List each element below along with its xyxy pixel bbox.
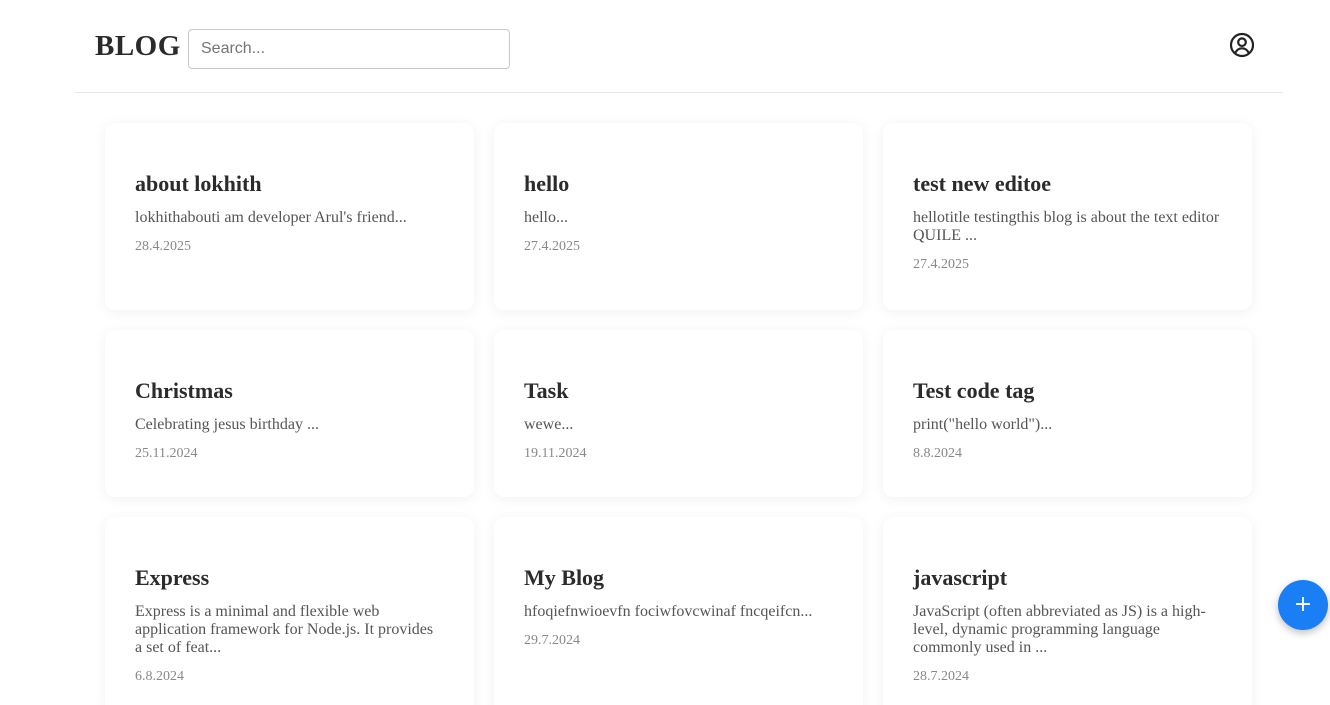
post-card[interactable]: Express Express is a minimal and flexibl… bbox=[105, 517, 474, 705]
post-grid: about lokhith lokhithabouti am developer… bbox=[105, 123, 1253, 705]
post-date: 27.4.2025 bbox=[524, 239, 580, 254]
post-excerpt: Celebrating jesus birthday ... bbox=[135, 416, 319, 433]
post-date: 27.4.2025 bbox=[913, 257, 969, 272]
post-card[interactable]: Test code tag print("hello world")... 8.… bbox=[883, 330, 1252, 497]
post-title: about lokhith bbox=[135, 171, 262, 196]
post-date: 8.8.2024 bbox=[913, 446, 962, 461]
account-button[interactable] bbox=[1229, 32, 1255, 58]
post-excerpt: print("hello world")... bbox=[913, 416, 1053, 433]
post-title: My Blog bbox=[524, 565, 605, 590]
post-title: Task bbox=[524, 378, 569, 403]
post-date: 19.11.2024 bbox=[524, 446, 587, 461]
post-card[interactable]: javascript JavaScript (often abbreviated… bbox=[883, 517, 1252, 705]
post-card[interactable]: hello hello... 27.4.2025 bbox=[494, 123, 863, 310]
user-circle-icon bbox=[1229, 32, 1255, 58]
post-card[interactable]: about lokhith lokhithabouti am developer… bbox=[105, 123, 474, 310]
post-date: 25.11.2024 bbox=[135, 446, 198, 461]
post-title: Express bbox=[135, 565, 210, 590]
post-title: test new editoe bbox=[913, 171, 1052, 196]
post-date: 28.4.2025 bbox=[135, 239, 191, 254]
add-post-button[interactable]: + bbox=[1278, 580, 1328, 630]
post-excerpt: hellotitle testingthis blog is about the… bbox=[913, 209, 1220, 244]
post-title: Christmas bbox=[135, 378, 233, 403]
post-card[interactable]: Christmas Celebrating jesus birthday ...… bbox=[105, 330, 474, 497]
post-title: Test code tag bbox=[913, 378, 1035, 403]
post-excerpt: hfoqiefnwioevfn fociwfovcwinaf fncqeifcn… bbox=[524, 603, 813, 620]
site-logo[interactable]: BLOG bbox=[95, 30, 181, 63]
page: BLOG about lokhith lokhithabouti am deve… bbox=[0, 0, 1330, 705]
post-date: 29.7.2024 bbox=[524, 633, 580, 648]
top-bar: BLOG bbox=[75, 0, 1283, 93]
post-excerpt: lokhithabouti am developer Arul's friend… bbox=[135, 209, 407, 226]
post-excerpt: wewe... bbox=[524, 416, 574, 433]
search-input[interactable] bbox=[188, 29, 510, 69]
post-title: hello bbox=[524, 171, 570, 196]
post-card[interactable]: test new editoe hellotitle testingthis b… bbox=[883, 123, 1252, 310]
post-excerpt: JavaScript (often abbreviated as JS) is … bbox=[913, 603, 1206, 656]
post-excerpt: Express is a minimal and flexible web ap… bbox=[135, 603, 434, 656]
post-excerpt: hello... bbox=[524, 209, 568, 226]
post-date: 28.7.2024 bbox=[913, 669, 969, 684]
post-card[interactable]: My Blog hfoqiefnwioevfn fociwfovcwinaf f… bbox=[494, 517, 863, 705]
post-title: javascript bbox=[913, 565, 1008, 590]
post-card[interactable]: Task wewe... 19.11.2024 bbox=[494, 330, 863, 497]
plus-icon: + bbox=[1293, 591, 1313, 617]
post-date: 6.8.2024 bbox=[135, 669, 184, 684]
